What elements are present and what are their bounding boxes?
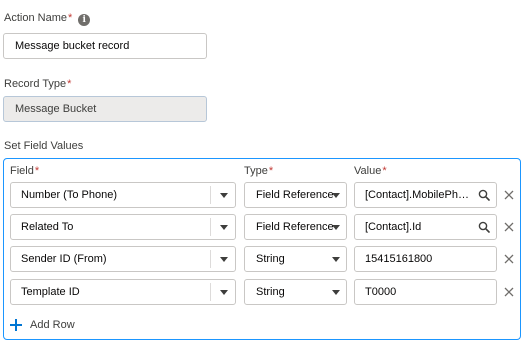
field-combobox-value: Number (To Phone) [21, 189, 117, 201]
set-field-values-label: Set Field Values [4, 140, 84, 152]
info-icon[interactable]: i [78, 14, 91, 26]
value-input[interactable]: [Contact].MobilePhone [354, 182, 497, 208]
chevron-down-icon[interactable] [220, 225, 228, 230]
column-header-value: Value* [354, 165, 387, 177]
chevron-down-icon [332, 193, 340, 198]
record-type-label: Record Type* [4, 78, 72, 90]
type-select-value: String [256, 286, 285, 298]
field-combobox[interactable]: Sender ID (From) [10, 246, 236, 272]
value-input-text: T0000 [365, 286, 397, 298]
value-input[interactable]: 15415161800 [354, 246, 497, 272]
value-input[interactable]: [Contact].Id [354, 214, 497, 240]
action-name-label: Action Name* i [4, 12, 91, 26]
value-input-text: [Contact].MobilePhone [365, 189, 470, 201]
search-icon[interactable] [478, 189, 490, 201]
record-type-field: Message Bucket [3, 96, 207, 122]
chevron-down-icon[interactable] [220, 257, 228, 262]
type-select[interactable]: Field Reference [244, 182, 347, 208]
value-input[interactable]: T0000 [354, 279, 497, 305]
column-header-field: Field* [10, 165, 40, 177]
remove-row-icon[interactable] [502, 188, 516, 202]
add-row-label: Add Row [30, 319, 75, 331]
chevron-down-icon [332, 290, 340, 295]
chevron-down-icon [332, 225, 340, 230]
field-combobox-value: Template ID [21, 286, 80, 298]
column-header-type: Type* [244, 165, 274, 177]
remove-row-icon[interactable] [502, 220, 516, 234]
field-combobox[interactable]: Template ID [10, 279, 236, 305]
remove-row-icon[interactable] [502, 252, 516, 266]
type-select-value: Field Reference [256, 189, 334, 201]
field-combobox[interactable]: Number (To Phone) [10, 182, 236, 208]
type-select[interactable]: String [244, 246, 347, 272]
field-combobox-value: Sender ID (From) [21, 253, 107, 265]
plus-icon [10, 319, 22, 331]
type-select[interactable]: Field Reference [244, 214, 347, 240]
type-select-value: Field Reference [256, 221, 334, 233]
field-combobox[interactable]: Related To [10, 214, 236, 240]
remove-row-icon[interactable] [502, 285, 516, 299]
field-combobox-value: Related To [21, 221, 74, 233]
type-select-value: String [256, 253, 285, 265]
chevron-down-icon [332, 257, 340, 262]
action-name-input[interactable]: Message bucket record [3, 33, 207, 59]
search-icon[interactable] [478, 221, 490, 233]
chevron-down-icon[interactable] [220, 290, 228, 295]
value-input-text: 15415161800 [365, 253, 433, 265]
type-select[interactable]: String [244, 279, 347, 305]
chevron-down-icon[interactable] [220, 193, 228, 198]
value-input-text: [Contact].Id [365, 221, 422, 233]
add-row-button[interactable]: Add Row [10, 318, 75, 332]
